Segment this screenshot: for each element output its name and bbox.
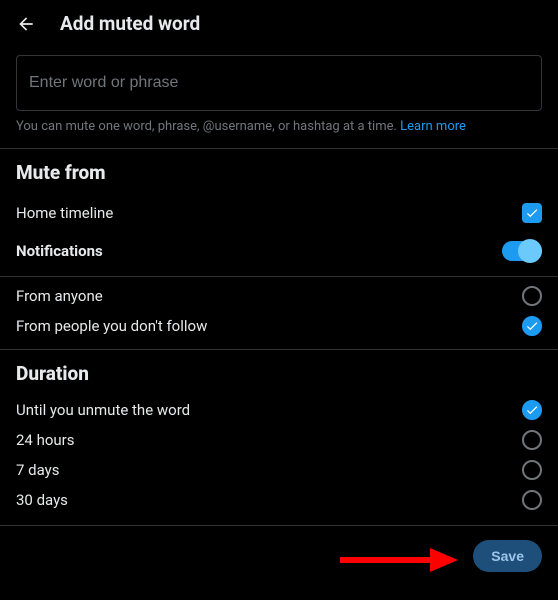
- mute-from-title: Mute from: [0, 149, 558, 194]
- learn-more-link[interactable]: Learn more: [400, 119, 466, 134]
- from-anyone-row[interactable]: From anyone: [0, 281, 558, 311]
- duration-24h-row[interactable]: 24 hours: [0, 425, 558, 455]
- from-not-follow-radio[interactable]: [522, 316, 542, 336]
- mute-word-input[interactable]: [16, 55, 542, 111]
- duration-until-unmute-label: Until you unmute the word: [16, 401, 190, 419]
- from-anyone-label: From anyone: [16, 287, 103, 305]
- from-not-follow-row[interactable]: From people you don't follow: [0, 311, 558, 341]
- back-arrow-icon[interactable]: [16, 14, 36, 34]
- duration-30d-row[interactable]: 30 days: [0, 485, 558, 515]
- duration-24h-radio[interactable]: [522, 430, 542, 450]
- duration-24h-label: 24 hours: [16, 431, 75, 449]
- home-timeline-row[interactable]: Home timeline: [0, 194, 558, 232]
- notifications-toggle[interactable]: [502, 241, 542, 261]
- from-not-follow-label: From people you don't follow: [16, 317, 207, 335]
- duration-30d-radio[interactable]: [522, 490, 542, 510]
- input-section: [0, 47, 558, 111]
- save-button[interactable]: Save: [473, 540, 542, 572]
- footer-bar: Save: [0, 525, 558, 586]
- duration-7d-radio[interactable]: [522, 460, 542, 480]
- notifications-row[interactable]: Notifications: [0, 232, 558, 270]
- duration-7d-label: 7 days: [16, 461, 60, 479]
- help-text-content: You can mute one word, phrase, @username…: [16, 119, 400, 134]
- notifications-label: Notifications: [16, 242, 103, 260]
- notification-options: From anyone From people you don't follow: [0, 276, 558, 349]
- duration-7d-row[interactable]: 7 days: [0, 455, 558, 485]
- duration-until-unmute-row[interactable]: Until you unmute the word: [0, 395, 558, 425]
- mute-from-section: Mute from Home timeline Notifications Fr…: [0, 148, 558, 349]
- help-text: You can mute one word, phrase, @username…: [0, 111, 558, 148]
- duration-title: Duration: [0, 350, 558, 395]
- from-anyone-radio[interactable]: [522, 286, 542, 306]
- home-timeline-label: Home timeline: [16, 204, 113, 222]
- home-timeline-checkbox[interactable]: [522, 203, 542, 223]
- duration-until-unmute-radio[interactable]: [522, 400, 542, 420]
- duration-30d-label: 30 days: [16, 491, 68, 509]
- duration-section: Duration Until you unmute the word 24 ho…: [0, 349, 558, 525]
- header-bar: Add muted word: [0, 0, 558, 47]
- page-title: Add muted word: [60, 12, 200, 35]
